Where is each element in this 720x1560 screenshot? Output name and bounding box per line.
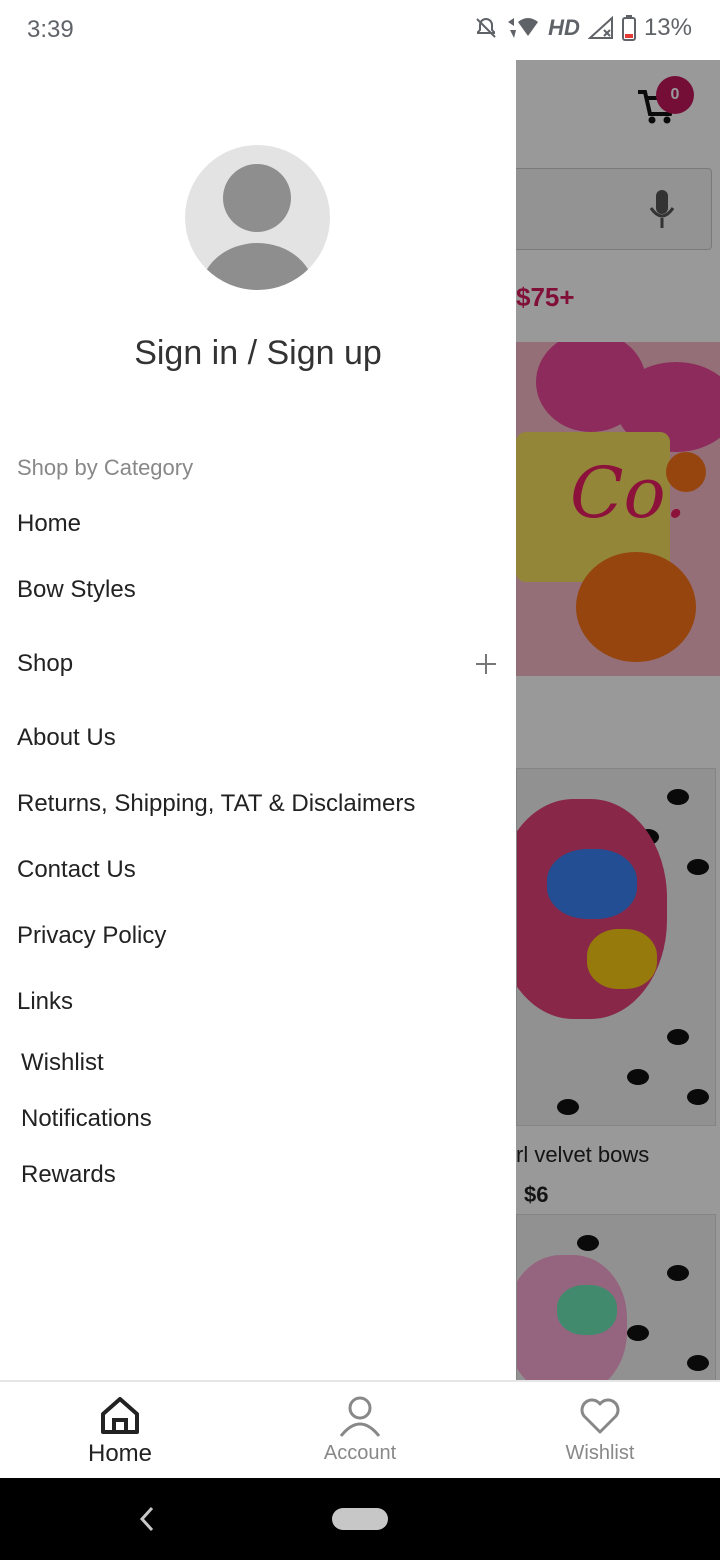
menu-item-rewards[interactable]: Rewards: [21, 1161, 116, 1189]
menu-item-privacy-policy[interactable]: Privacy Policy: [17, 922, 166, 950]
battery-icon: [621, 15, 636, 41]
menu-item-notifications[interactable]: Notifications: [21, 1105, 152, 1133]
signin-link[interactable]: Sign in / Sign up: [0, 334, 516, 373]
signal-icon: [587, 16, 613, 39]
menu-item-shop[interactable]: Shop: [17, 650, 73, 678]
nav-home[interactable]: Home: [0, 1382, 240, 1480]
back-icon[interactable]: [136, 1504, 158, 1534]
nav-wishlist[interactable]: Wishlist: [480, 1382, 720, 1480]
status-icons: HD 13%: [474, 14, 692, 42]
system-nav-bar: [0, 1478, 720, 1560]
nav-wishlist-label: Wishlist: [565, 1442, 635, 1464]
plus-icon[interactable]: [474, 652, 498, 676]
wifi-icon: [508, 18, 539, 38]
bell-off-icon: [476, 17, 496, 38]
network-label: HD: [548, 15, 580, 40]
home-pill[interactable]: [332, 1508, 388, 1530]
home-icon: [101, 1397, 139, 1434]
menu-item-home[interactable]: Home: [17, 510, 81, 538]
bottom-nav: Home Account Wishlist: [0, 1380, 720, 1478]
status-time: 3:39: [27, 16, 74, 43]
nav-account[interactable]: Account: [240, 1382, 480, 1480]
nav-home-label: Home: [87, 1440, 153, 1467]
menu-item-links[interactable]: Links: [17, 988, 73, 1016]
status-bar: 3:39 HD 13%: [0, 0, 720, 60]
menu-item-wishlist[interactable]: Wishlist: [21, 1049, 104, 1077]
menu-item-about-us[interactable]: About Us: [17, 724, 116, 752]
person-icon: [339, 1396, 381, 1437]
section-label: Shop by Category: [17, 455, 194, 480]
navigation-drawer: Sign in / Sign up Shop by Category Home …: [0, 60, 516, 1380]
menu-item-bow-styles[interactable]: Bow Styles: [17, 576, 136, 604]
nav-account-label: Account: [323, 1442, 397, 1464]
menu-item-returns[interactable]: Returns, Shipping, TAT & Disclaimers: [17, 790, 415, 818]
avatar-icon[interactable]: [185, 145, 330, 290]
heart-icon: [580, 1398, 620, 1434]
menu-item-contact-us[interactable]: Contact Us: [17, 856, 136, 884]
battery-percent: 13%: [643, 14, 692, 41]
